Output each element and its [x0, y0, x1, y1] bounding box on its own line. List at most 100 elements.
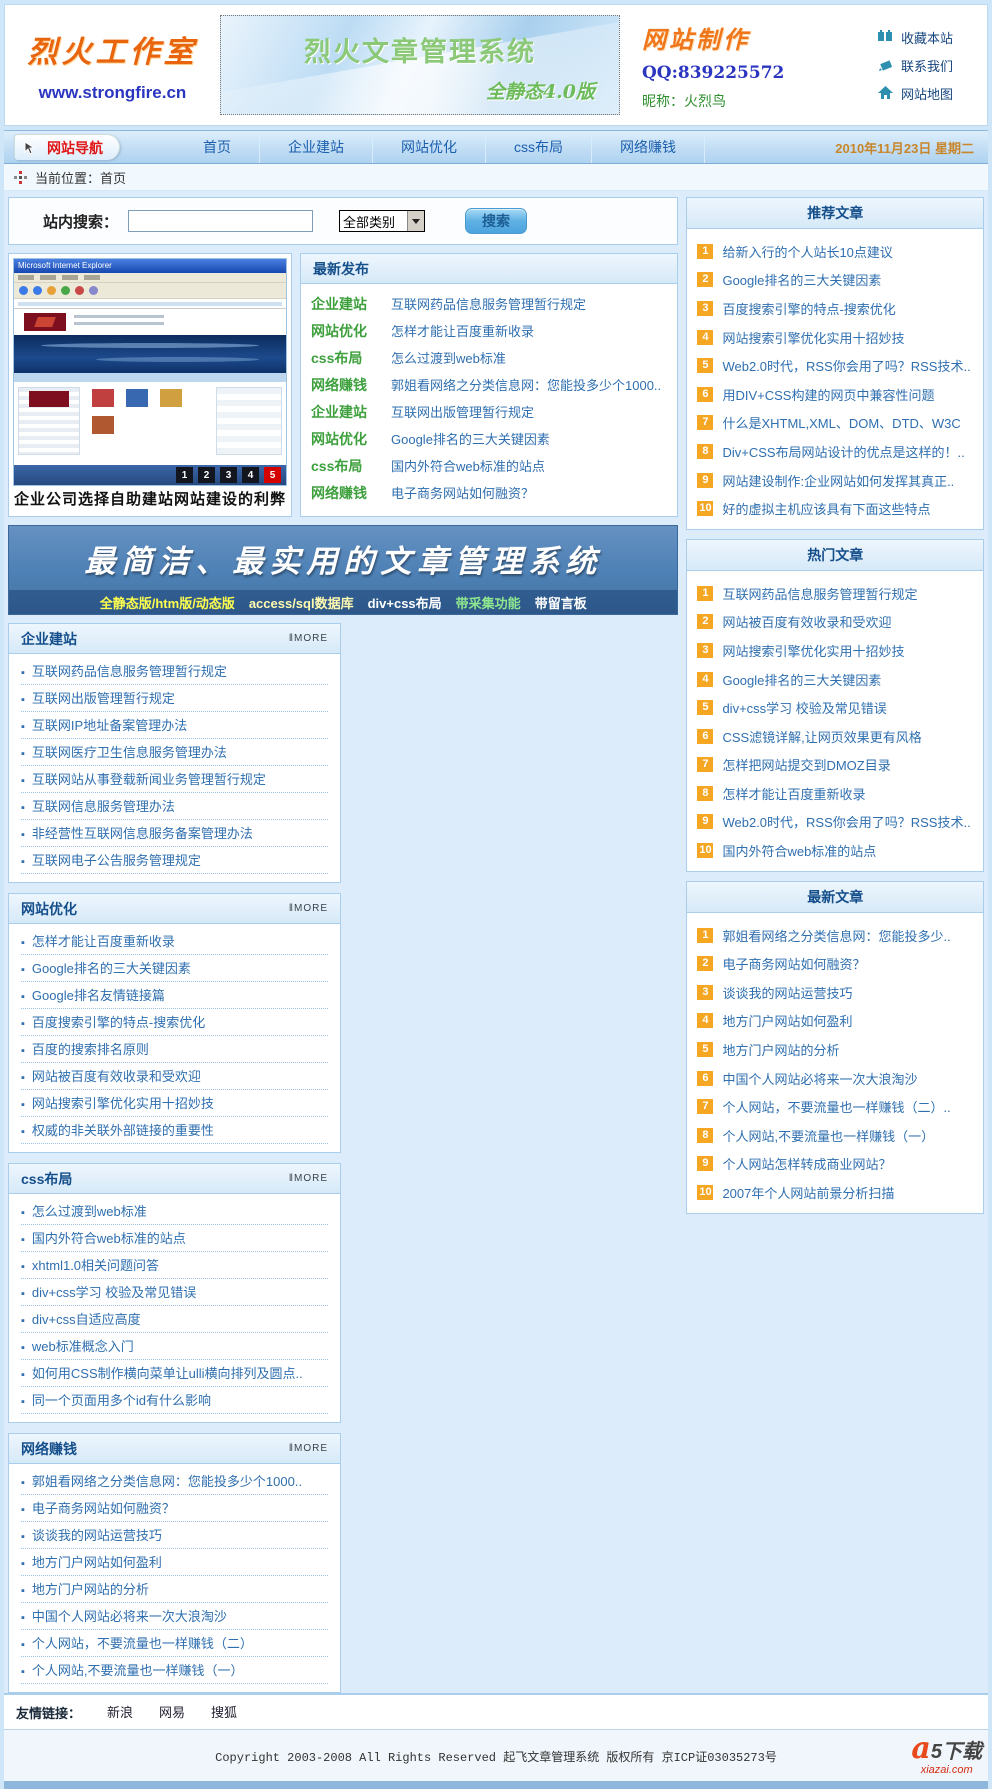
article-title-link[interactable]: 地方门户网站的分析 [21, 1576, 328, 1603]
more-link[interactable]: ‖MORE [289, 633, 328, 644]
article-title-link[interactable]: 网站搜索引擎优化实用十招妙技 [722, 328, 904, 347]
article-title-link[interactable]: 互联网出版管理暂行规定 [391, 402, 534, 421]
article-title-link[interactable]: 怎样才能让百度重新收录 [21, 928, 328, 955]
page-number[interactable]: 4 [242, 467, 259, 483]
header-banner-ad[interactable]: 烈火文章管理系统 全静态4.0版 [220, 15, 620, 115]
article-title-link[interactable]: Google排名的三大关键因素 [722, 670, 881, 689]
article-title-link[interactable]: 个人网站,不要流量也一样赚钱（一） [722, 1126, 934, 1145]
article-title-link[interactable]: 地方门户网站的分析 [722, 1040, 839, 1059]
article-title-link[interactable]: Div+CSS布局网站设计的优点是这样的！.. [722, 442, 964, 461]
article-title-link[interactable]: web标准概念入门 [21, 1333, 328, 1360]
article-title-link[interactable]: div+css学习 校验及常见错误 [21, 1279, 328, 1306]
article-title-link[interactable]: 2007年个人网站前景分析扫描 [722, 1183, 894, 1202]
friend-link[interactable]: 网易 [159, 1705, 185, 1720]
article-title-link[interactable]: 国内外符合web标准的站点 [21, 1225, 328, 1252]
article-title-link[interactable]: div+css自适应高度 [21, 1306, 328, 1333]
article-title-link[interactable]: 百度的搜索排名原则 [21, 1036, 328, 1063]
article-title-link[interactable]: 国内外符合web标准的站点 [722, 841, 876, 860]
article-category-link[interactable]: 企业建站 [311, 402, 383, 422]
article-title-link[interactable]: 互联网电子公告服务管理规定 [21, 847, 328, 874]
article-title-link[interactable]: CSS滤镜详解,让网页效果更有风格 [722, 727, 921, 746]
article-title-link[interactable]: 中国个人网站必将来一次大浪淘沙 [21, 1603, 328, 1630]
article-title-link[interactable]: 郭姐看网络之分类信息网：您能投多少个1000.. [391, 375, 661, 394]
article-title-link[interactable]: 国内外符合web标准的站点 [391, 456, 545, 475]
article-title-link[interactable]: 网站被百度有效收录和受欢迎 [722, 612, 891, 631]
article-title-link[interactable]: 互联网药品信息服务管理暂行规定 [391, 294, 586, 313]
article-title-link[interactable]: 怎么过渡到web标准 [21, 1198, 328, 1225]
article-title-link[interactable]: 个人网站，不要流量也一样赚钱（二）.. [722, 1097, 950, 1116]
article-title-link[interactable]: xhtml1.0相关问题问答 [21, 1252, 328, 1279]
article-title-link[interactable]: 用DIV+CSS构建的网页中兼容性问题 [722, 385, 934, 404]
contact-us-link[interactable]: 联系我们 [878, 56, 953, 75]
article-title-link[interactable]: 什么是XHTML,XML、DOM、DTD、W3C [722, 413, 960, 432]
nav-item[interactable]: 网络赚钱 [592, 131, 705, 163]
article-title-link[interactable]: 地方门户网站如何盈利 [722, 1011, 852, 1030]
article-title-link[interactable]: 如何用CSS制作横向菜单让ulli横向排列及圆点.. [21, 1360, 328, 1387]
more-link[interactable]: ‖MORE [289, 1443, 328, 1454]
article-title-link[interactable]: 电子商务网站如何融资？ [722, 954, 865, 973]
article-title-link[interactable]: 权威的非关联外部链接的重要性 [21, 1117, 328, 1144]
search-category-select[interactable]: 全部类别 [339, 210, 425, 232]
article-title-link[interactable]: 中国个人网站必将来一次大浪淘沙 [722, 1069, 917, 1088]
page-number[interactable]: 2 [198, 467, 215, 483]
article-title-link[interactable]: 互联网站从事登载新闻业务管理暂行规定 [21, 766, 328, 793]
article-title-link[interactable]: Web2.0时代，RSS你会用了吗？RSS技术.. [722, 356, 970, 375]
nav-item[interactable]: 企业建站 [260, 131, 373, 163]
nav-item[interactable]: 网站优化 [373, 131, 486, 163]
article-title-link[interactable]: 互联网出版管理暂行规定 [21, 685, 328, 712]
article-category-link[interactable]: 网站优化 [311, 321, 383, 341]
bookmark-site-link[interactable]: 收藏本站 [878, 28, 953, 47]
site-logo[interactable]: 烈火工作室 www.strongfire.cn [5, 27, 220, 103]
article-category-link[interactable]: css布局 [311, 348, 383, 368]
article-category-link[interactable]: 企业建站 [311, 294, 383, 314]
nav-item[interactable]: css布局 [486, 131, 592, 163]
promo-banner[interactable]: 最简洁、最实用的文章管理系统 全静态版/htm版/动态版access/sql数据… [8, 525, 678, 615]
article-category-link[interactable]: css布局 [311, 456, 383, 476]
article-title-link[interactable]: 谈谈我的网站运营技巧 [722, 983, 852, 1002]
select-dropdown-button[interactable] [407, 211, 424, 231]
sitemap-link[interactable]: 网站地图 [878, 84, 953, 103]
article-title-link[interactable]: 怎样把网站提交到DMOZ目录 [722, 755, 890, 774]
article-title-link[interactable]: div+css学习 校验及常见错误 [722, 698, 886, 717]
article-title-link[interactable]: 电子商务网站如何融资？ [391, 483, 534, 502]
article-title-link[interactable]: 百度搜索引擎的特点-搜索优化 [21, 1009, 328, 1036]
nav-item[interactable]: 首页 [175, 131, 260, 163]
article-title-link[interactable]: 互联网医疗卫生信息服务管理办法 [21, 739, 328, 766]
article-title-link[interactable]: 谈谈我的网站运营技巧 [21, 1522, 328, 1549]
more-link[interactable]: ‖MORE [289, 903, 328, 914]
article-category-link[interactable]: 网站优化 [311, 429, 383, 449]
article-category-link[interactable]: 网络赚钱 [311, 483, 383, 503]
article-title-link[interactable]: 给新入行的个人站长10点建议 [722, 242, 892, 261]
article-title-link[interactable]: 非经营性互联网信息服务备案管理办法 [21, 820, 328, 847]
page-number[interactable]: 3 [220, 467, 237, 483]
article-title-link[interactable]: 互联网IP地址备案管理办法 [21, 712, 328, 739]
article-title-link[interactable]: 网站建设制作:企业网站如何发挥其真正.. [722, 471, 954, 490]
search-input[interactable] [128, 210, 313, 232]
friend-link[interactable]: 搜狐 [211, 1705, 237, 1720]
article-title-link[interactable]: Web2.0时代，RSS你会用了吗？RSS技术.. [722, 812, 970, 831]
article-title-link[interactable]: 好的虚拟主机应该具有下面这些特点 [722, 499, 930, 518]
article-title-link[interactable]: 地方门户网站如何盈利 [21, 1549, 328, 1576]
page-number[interactable]: 1 [176, 467, 193, 483]
article-title-link[interactable]: 郭姐看网络之分类信息网：您能投多少个1000.. [21, 1468, 328, 1495]
article-title-link[interactable]: 郭姐看网络之分类信息网：您能投多少.. [722, 926, 950, 945]
article-title-link[interactable]: 网站被百度有效收录和受欢迎 [21, 1063, 328, 1090]
article-title-link[interactable]: Google排名的三大关键因素 [391, 429, 550, 448]
article-title-link[interactable]: 互联网药品信息服务管理暂行规定 [722, 584, 917, 603]
nav-tab-site-guide[interactable]: 网站导航 [14, 134, 120, 160]
article-title-link[interactable]: 怎么过渡到web标准 [391, 348, 506, 367]
article-title-link[interactable]: 个人网站，不要流量也一样赚钱（二） [21, 1630, 328, 1657]
article-title-link[interactable]: 互联网药品信息服务管理暂行规定 [21, 658, 328, 685]
article-title-link[interactable]: 网站搜索引擎优化实用十招妙技 [722, 641, 904, 660]
article-title-link[interactable]: Google排名友情链接篇 [21, 982, 328, 1009]
article-title-link[interactable]: 网站搜索引擎优化实用十招妙技 [21, 1090, 328, 1117]
article-title-link[interactable]: 同一个页面用多个id有什么影响 [21, 1387, 328, 1414]
featured-article-image[interactable]: Microsoft Internet Explorer [8, 253, 292, 517]
search-button[interactable]: 搜索 [465, 208, 527, 234]
article-title-link[interactable]: 怎样才能让百度重新收录 [722, 784, 865, 803]
article-title-link[interactable]: Google排名的三大关键因素 [722, 270, 881, 289]
article-title-link[interactable]: 个人网站,不要流量也一样赚钱（一） [21, 1657, 328, 1684]
article-title-link[interactable]: 电子商务网站如何融资？ [21, 1495, 328, 1522]
article-title-link[interactable]: 互联网信息服务管理办法 [21, 793, 328, 820]
download-site-watermark[interactable]: a5下载 xiazai.com [911, 1734, 982, 1776]
